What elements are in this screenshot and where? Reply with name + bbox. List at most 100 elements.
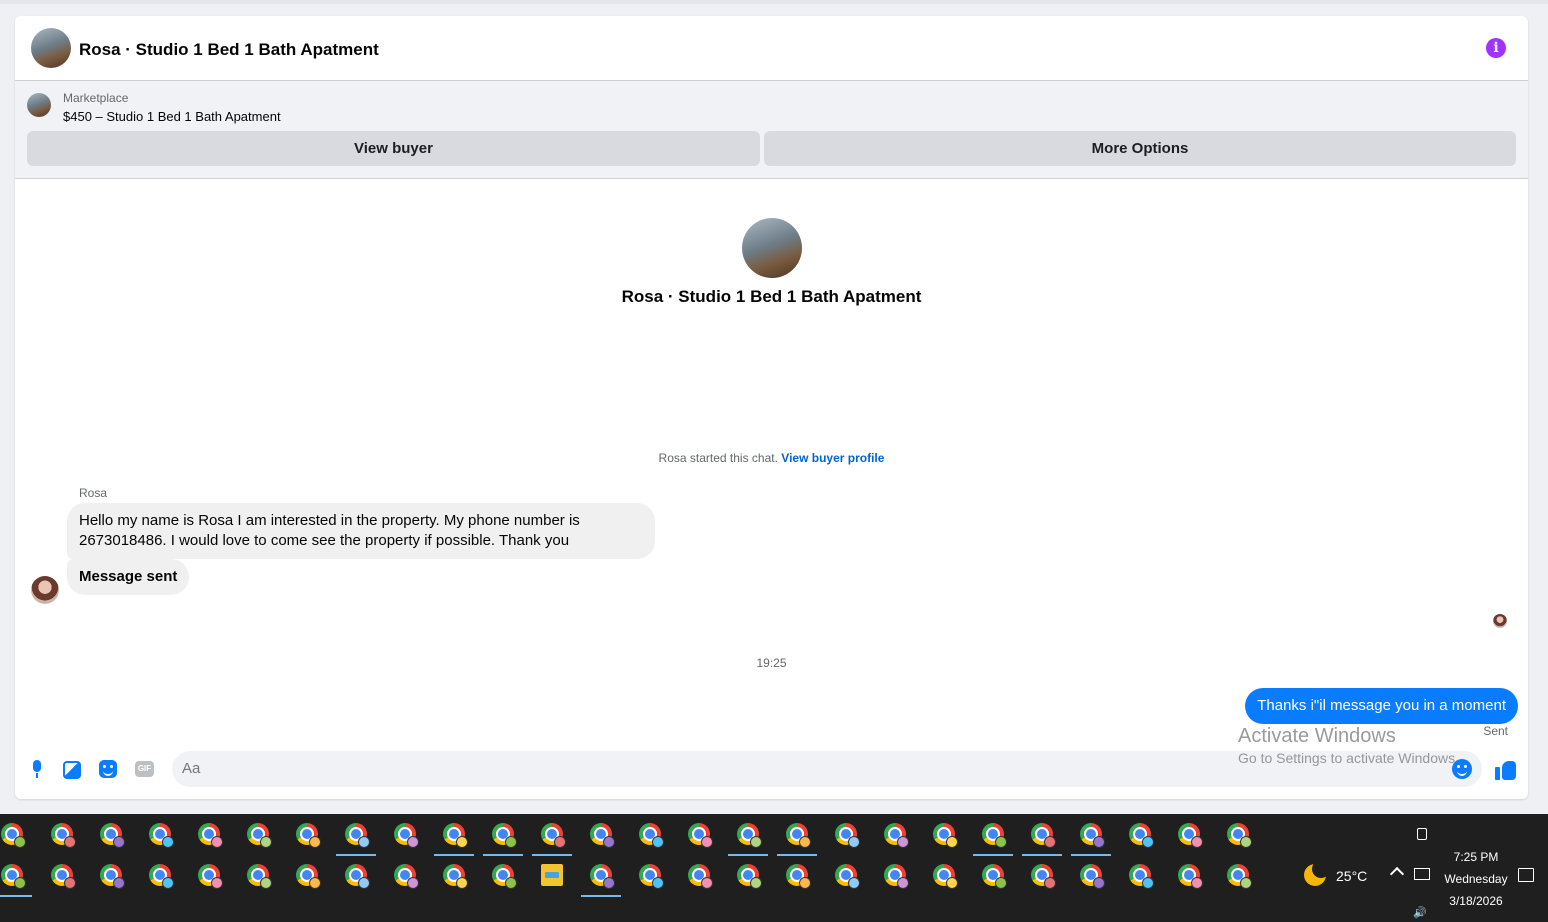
chrome-profile-icon[interactable] xyxy=(51,864,76,889)
chrome-profile-icon[interactable] xyxy=(51,823,76,848)
chrome-profile-icon[interactable] xyxy=(1178,864,1203,889)
more-options-button[interactable]: More Options xyxy=(764,131,1516,166)
chrome-profile-icon[interactable] xyxy=(394,864,419,889)
view-buyer-profile-link[interactable]: View buyer profile xyxy=(781,451,884,465)
profile-badge-icon xyxy=(1142,877,1154,889)
taskbar-row-1 xyxy=(0,816,1270,856)
profile-badge-icon xyxy=(456,836,468,848)
chrome-profile-icon[interactable] xyxy=(443,823,468,848)
chrome-profile-icon[interactable] xyxy=(345,823,370,848)
profile-badge-icon xyxy=(1191,836,1203,848)
sender-avatar[interactable] xyxy=(31,576,59,604)
profile-badge-icon xyxy=(14,877,26,889)
chrome-profile-icon[interactable] xyxy=(1031,864,1056,889)
active-app-indicator xyxy=(777,854,817,856)
chrome-profile-icon[interactable] xyxy=(590,864,615,889)
listing-price-title[interactable]: $450 – Studio 1 Bed 1 Bath Apatment xyxy=(63,109,281,124)
clock-time: 7:25 PM xyxy=(1453,850,1499,864)
chrome-profile-icon[interactable] xyxy=(639,823,664,848)
gif-icon[interactable]: GIF xyxy=(135,761,154,777)
chrome-profile-icon[interactable] xyxy=(737,864,762,889)
chrome-profile-icon[interactable] xyxy=(149,823,174,848)
chrome-profile-icon[interactable] xyxy=(296,823,321,848)
chat-title[interactable]: Rosa · Studio 1 Bed 1 Bath Apatment xyxy=(79,40,379,60)
watermark-subtitle: Go to Settings to activate Windows. xyxy=(1238,750,1459,766)
profile-badge-icon xyxy=(701,877,713,889)
profile-badge-icon xyxy=(1240,836,1252,848)
weather-icon[interactable] xyxy=(1304,860,1330,886)
chrome-profile-icon[interactable] xyxy=(1031,823,1056,848)
meet-now-icon[interactable] xyxy=(1417,828,1427,840)
chrome-profile-icon[interactable] xyxy=(345,864,370,889)
thumbs-up-icon[interactable] xyxy=(1495,759,1517,781)
outgoing-message[interactable]: Thanks i"il message you in a moment xyxy=(1245,688,1518,724)
chrome-profile-icon[interactable] xyxy=(933,864,958,889)
temperature[interactable]: 25°C xyxy=(1336,868,1367,884)
marketplace-label: Marketplace xyxy=(63,91,129,105)
profile-badge-icon xyxy=(652,877,664,889)
message-timestamp: 19:25 xyxy=(756,656,787,670)
chrome-profile-icon[interactable] xyxy=(982,823,1007,848)
chrome-profile-icon[interactable] xyxy=(1080,823,1105,848)
profile-badge-icon xyxy=(162,877,174,889)
chrome-profile-icon[interactable] xyxy=(149,864,174,889)
conversation-title: Rosa · Studio 1 Bed 1 Bath Apatment xyxy=(621,287,922,306)
listing-avatar[interactable] xyxy=(31,28,71,68)
photo-icon[interactable] xyxy=(63,761,81,779)
view-buyer-button[interactable]: View buyer xyxy=(27,131,760,166)
chrome-profile-icon[interactable] xyxy=(737,823,762,848)
profile-badge-icon xyxy=(64,877,76,889)
chrome-profile-icon[interactable] xyxy=(492,823,517,848)
chrome-profile-icon[interactable] xyxy=(688,864,713,889)
notification-icon[interactable] xyxy=(1518,868,1534,882)
chrome-profile-icon[interactable] xyxy=(1129,864,1154,889)
incoming-message[interactable]: Message sent xyxy=(67,559,190,595)
chrome-profile-icon[interactable] xyxy=(443,864,468,889)
chrome-profile-icon[interactable] xyxy=(1,864,26,889)
system-tray: 25°C 7:25 PM Wednesday 3/18/2026 🔊 xyxy=(1290,814,1548,922)
chrome-profile-icon[interactable] xyxy=(1129,823,1154,848)
chrome-profile-icon[interactable] xyxy=(492,864,517,889)
chrome-profile-icon[interactable] xyxy=(296,864,321,889)
chrome-profile-icon[interactable] xyxy=(198,823,223,848)
chrome-profile-icon[interactable] xyxy=(1,823,26,848)
chrome-profile-icon[interactable] xyxy=(884,823,909,848)
chrome-profile-icon[interactable] xyxy=(247,864,272,889)
chrome-profile-icon[interactable] xyxy=(884,864,909,889)
chrome-profile-icon[interactable] xyxy=(590,823,615,848)
chrome-profile-icon[interactable] xyxy=(786,864,811,889)
profile-badge-icon xyxy=(456,877,468,889)
chrome-profile-icon[interactable] xyxy=(835,823,860,848)
chrome-profile-icon[interactable] xyxy=(1227,823,1252,848)
clock[interactable]: 7:25 PM Wednesday 3/18/2026 xyxy=(1422,846,1530,912)
chrome-profile-icon[interactable] xyxy=(835,864,860,889)
chrome-profile-icon[interactable] xyxy=(786,823,811,848)
chrome-profile-icon[interactable] xyxy=(247,823,272,848)
info-icon[interactable]: i xyxy=(1486,38,1506,58)
chevron-up-icon[interactable] xyxy=(1389,866,1405,882)
profile-badge-icon xyxy=(1044,836,1056,848)
incoming-message[interactable]: Hello my name is Rosa I am interested in… xyxy=(67,503,655,559)
chrome-profile-icon[interactable] xyxy=(541,823,566,848)
sticker-icon[interactable] xyxy=(99,760,117,778)
message-status: Sent xyxy=(1483,724,1508,738)
chat-started-notice: Rosa started this chat. View buyer profi… xyxy=(15,451,1528,465)
chrome-profile-icon[interactable] xyxy=(394,823,419,848)
chrome-profile-icon[interactable] xyxy=(1178,823,1203,848)
listing-thumbnail[interactable] xyxy=(27,93,51,117)
chrome-profile-icon[interactable] xyxy=(639,864,664,889)
clock-date: 3/18/2026 xyxy=(1449,894,1503,908)
profile-badge-icon xyxy=(897,836,909,848)
file-explorer-icon[interactable] xyxy=(541,864,563,886)
volume-icon[interactable]: 🔊 xyxy=(1413,906,1427,919)
chrome-profile-icon[interactable] xyxy=(198,864,223,889)
chrome-profile-icon[interactable] xyxy=(982,864,1007,889)
active-app-indicator xyxy=(728,854,768,856)
chrome-profile-icon[interactable] xyxy=(1080,864,1105,889)
chrome-profile-icon[interactable] xyxy=(933,823,958,848)
chrome-profile-icon[interactable] xyxy=(1227,864,1252,889)
chrome-profile-icon[interactable] xyxy=(100,823,125,848)
chrome-profile-icon[interactable] xyxy=(100,864,125,889)
microphone-icon[interactable] xyxy=(27,759,47,779)
chrome-profile-icon[interactable] xyxy=(688,823,713,848)
